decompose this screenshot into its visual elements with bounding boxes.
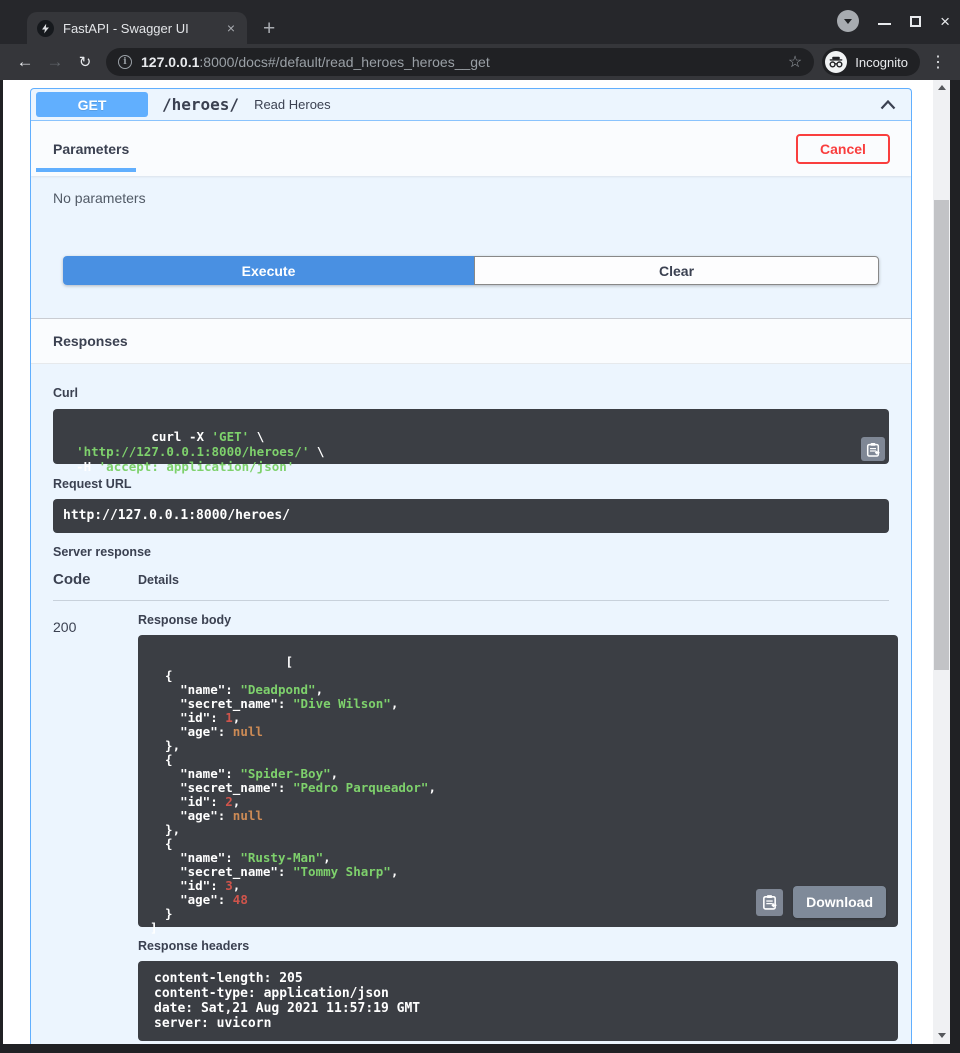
- clear-button[interactable]: Clear: [474, 256, 879, 285]
- response-headers: content-length: 205 content-type: applic…: [138, 961, 898, 1041]
- operation-path: /heroes/: [162, 95, 239, 114]
- execute-row: Execute Clear: [63, 256, 879, 285]
- status-code: 200: [53, 613, 138, 1041]
- response-table-head: Code Details: [53, 571, 889, 601]
- response-body-actions: Download: [756, 886, 886, 918]
- download-button[interactable]: Download: [793, 886, 886, 918]
- minimize-button[interactable]: [878, 23, 891, 25]
- url-text: 127.0.0.1:8000/docs#/default/read_heroes…: [141, 54, 780, 70]
- browser-menu-button[interactable]: ⋮: [926, 52, 950, 72]
- triangle-up-icon: [938, 85, 946, 90]
- fastapi-favicon-icon: [37, 20, 54, 37]
- tab-parameters: Parameters: [53, 141, 129, 157]
- operation-description: Read Heroes: [254, 97, 331, 112]
- curl-copy-button[interactable]: [861, 437, 885, 461]
- chevron-down-icon: [844, 19, 852, 24]
- browser-window: FastAPI - Swagger UI × + × ← → ↻ i 127.0…: [0, 0, 960, 1053]
- cancel-button[interactable]: Cancel: [796, 134, 890, 164]
- response-body-label: Response body: [138, 613, 898, 627]
- no-parameters-text: No parameters: [53, 190, 889, 206]
- incognito-badge: Incognito: [822, 48, 920, 76]
- execute-button[interactable]: Execute: [63, 256, 474, 285]
- request-url-label: Request URL: [53, 477, 889, 491]
- responses-title: Responses: [53, 333, 128, 349]
- scrollbar-track[interactable]: [933, 80, 950, 1044]
- tab-search-button[interactable]: [837, 10, 859, 32]
- page-info-icon[interactable]: i: [118, 55, 132, 69]
- responses-section: Curl curl -X 'GET' \ 'http://127.0.0.1:8…: [31, 386, 911, 1041]
- bookmark-star-icon[interactable]: ☆: [788, 52, 802, 72]
- tab-bar: FastAPI - Swagger UI × + ×: [0, 0, 960, 44]
- maximize-button[interactable]: [910, 16, 921, 27]
- url-host: 127.0.0.1: [141, 54, 199, 70]
- request-url-value: http://127.0.0.1:8000/heroes/: [53, 499, 889, 533]
- reload-button[interactable]: ↻: [70, 53, 100, 71]
- window-controls: ×: [837, 10, 950, 32]
- method-badge: GET: [36, 92, 148, 117]
- operation-summary[interactable]: GET /heroes/ Read Heroes: [31, 89, 911, 121]
- server-response-table: Code Details 200 Response body [ { "name…: [53, 571, 889, 1041]
- response-copy-button[interactable]: [756, 889, 783, 916]
- opblock-get-heroes: GET /heroes/ Read Heroes Parameters Canc…: [30, 88, 912, 1044]
- close-window-button[interactable]: ×: [940, 13, 950, 30]
- page-content: GET /heroes/ Read Heroes Parameters Canc…: [3, 80, 933, 1044]
- incognito-icon: [825, 51, 847, 73]
- collapse-chevron-icon[interactable]: [880, 99, 896, 110]
- responses-header: Responses: [31, 318, 911, 364]
- curl-command: curl -X 'GET' \ 'http://127.0.0.1:8000/h…: [53, 409, 889, 464]
- server-response-label: Server response: [53, 545, 889, 559]
- browser-toolbar: ← → ↻ i 127.0.0.1:8000/docs#/default/rea…: [0, 44, 960, 80]
- parameters-tab-underline: [36, 168, 136, 172]
- browser-tab[interactable]: FastAPI - Swagger UI ×: [27, 12, 247, 44]
- response-details: Response body [ { "name": "Deadpond", "s…: [138, 613, 898, 1041]
- details-column-header: Details: [138, 573, 179, 587]
- address-bar[interactable]: i 127.0.0.1:8000/docs#/default/read_hero…: [106, 48, 814, 76]
- tab-title: FastAPI - Swagger UI: [63, 21, 223, 36]
- forward-button[interactable]: →: [40, 52, 70, 72]
- window-frame-bottom: [0, 1044, 960, 1053]
- scroll-down-button[interactable]: [933, 1028, 950, 1042]
- response-body: [ { "name": "Deadpond", "secret_name": "…: [138, 635, 898, 927]
- back-button[interactable]: ←: [10, 52, 40, 72]
- incognito-label: Incognito: [855, 55, 908, 70]
- parameters-header: Parameters Cancel: [31, 121, 911, 176]
- url-path: :8000/docs#/default/read_heroes_heroes__…: [199, 54, 489, 70]
- scroll-up-button[interactable]: [933, 80, 950, 94]
- scrollbar-thumb[interactable]: [934, 200, 949, 670]
- response-row: 200 Response body [ { "name": "Deadpond"…: [53, 601, 898, 1041]
- window-frame-right: [950, 80, 960, 1044]
- tab-close-icon[interactable]: ×: [223, 19, 239, 37]
- code-column-header: Code: [53, 571, 138, 588]
- triangle-down-icon: [938, 1033, 946, 1038]
- new-tab-button[interactable]: +: [263, 18, 275, 39]
- curl-label: Curl: [53, 386, 889, 400]
